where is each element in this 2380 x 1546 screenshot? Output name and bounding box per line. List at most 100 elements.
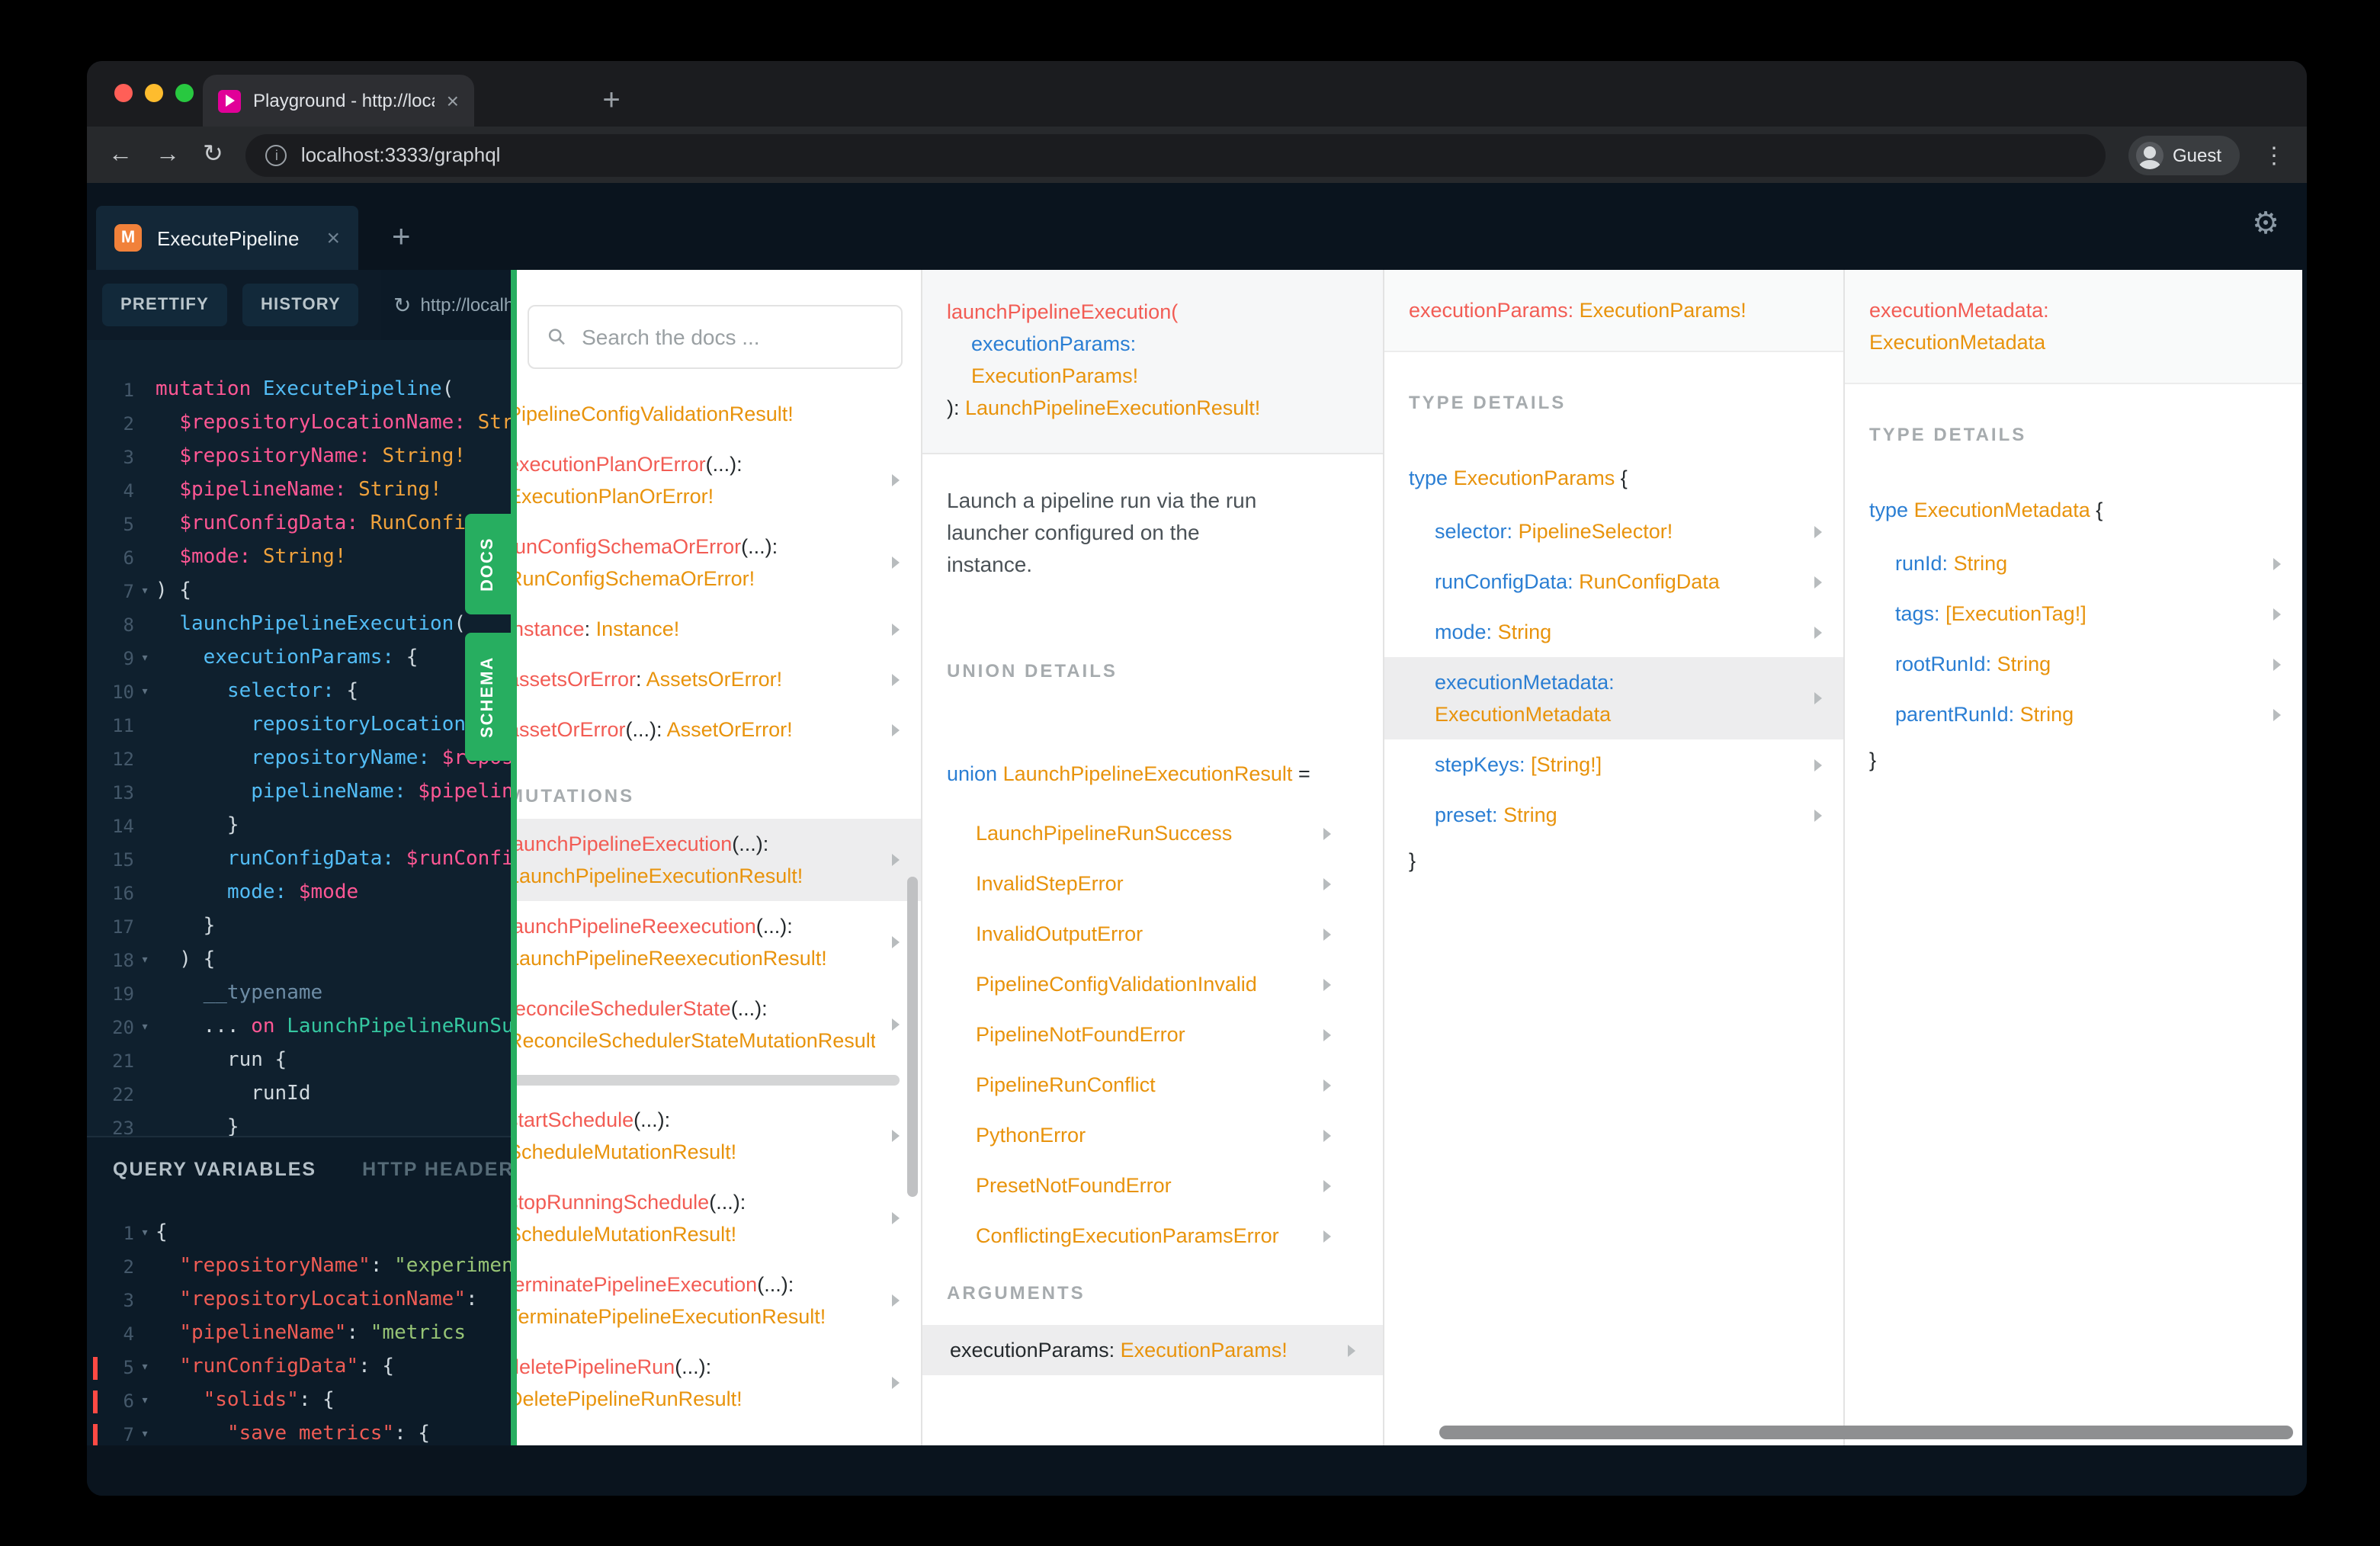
code-text[interactable]: ) {	[156, 944, 511, 977]
code-text[interactable]: }	[156, 810, 511, 843]
docs-list-item[interactable]: assetOrError(...): AssetOrError!	[511, 704, 921, 755]
tab-close-icon[interactable]: ×	[447, 88, 459, 113]
docs-list-item[interactable]: reconcileSchedulerState(...): ReconcileSc…	[511, 983, 921, 1066]
code-text[interactable]: "runConfigData": {	[156, 1351, 511, 1384]
code-text[interactable]: mode: $mode	[156, 877, 511, 910]
new-tab-button[interactable]: +	[593, 82, 630, 119]
docs-search-input[interactable]	[582, 325, 883, 349]
playground-tab-close-icon[interactable]: ×	[326, 225, 340, 251]
code-text[interactable]: $repositoryLocationName: String!	[156, 407, 511, 441]
union-member-row[interactable]: LaunchPipelineRunSuccess	[922, 808, 1383, 858]
docs-list-item[interactable]: launchPipelineReexecution(...): LaunchPip…	[511, 901, 921, 983]
union-member-row[interactable]: PresetNotFoundError	[922, 1160, 1383, 1211]
code-text[interactable]: mutation ExecutePipeline(	[156, 374, 511, 407]
docs-list-item[interactable]: deletePipelineRun(...): DeletePipelineRun…	[511, 1342, 921, 1424]
prettify-button[interactable]: PRETTIFY	[102, 284, 227, 326]
browser-tab[interactable]: Playground - http://localhost:3 ×	[203, 75, 474, 127]
code-text[interactable]: $repositoryName: String!	[156, 441, 511, 474]
fold-arrow-icon[interactable]: ▾	[134, 575, 156, 608]
union-member-row[interactable]: PipelineRunConflict	[922, 1060, 1383, 1110]
code-text[interactable]: executionParams: {	[156, 642, 511, 675]
docs-resize-handle[interactable]	[511, 270, 517, 1445]
endpoint-reload-icon[interactable]: ↻	[393, 292, 411, 318]
docs-list-item[interactable]: instance: Instance!	[511, 604, 921, 654]
code-text[interactable]: pipelineName: $pipelineName	[156, 776, 511, 810]
union-member-row[interactable]: InvalidOutputError	[922, 909, 1383, 959]
browser-menu-icon[interactable]: ⋮	[2263, 141, 2285, 168]
fold-arrow-icon[interactable]: ▾	[134, 1011, 156, 1044]
fold-arrow-icon[interactable]: ▾	[134, 1418, 156, 1445]
close-button[interactable]	[114, 84, 133, 102]
type-field-row[interactable]: executionMetadata: ExecutionMetadata	[1384, 657, 1843, 739]
code-text[interactable]: $runConfigData: RunConfigData!	[156, 508, 511, 541]
type-field-row[interactable]: selector: PipelineSelector!	[1384, 506, 1843, 556]
type-field-row[interactable]: stepKeys: [String!]	[1384, 739, 1843, 790]
http-headers-tab[interactable]: HTTP HEADERS	[362, 1159, 511, 1180]
back-icon[interactable]: ←	[108, 142, 133, 167]
schema-tab[interactable]: SCHEMA	[465, 633, 511, 761]
fold-arrow-icon[interactable]: ▾	[134, 1351, 156, 1384]
type-field-row[interactable]: tags: [ExecutionTag!]	[1845, 589, 2302, 639]
address-bar[interactable]: i localhost:3333/graphql	[245, 133, 2106, 176]
fold-arrow-icon[interactable]: ▾	[134, 1217, 156, 1250]
code-text[interactable]: "solids": {	[156, 1384, 511, 1418]
docs-list-item[interactable]: runConfigSchemaOrError(...): RunConfigSch…	[511, 521, 921, 604]
type-field-row[interactable]: mode: String	[1384, 607, 1843, 657]
history-button[interactable]: HISTORY	[242, 284, 359, 326]
type-field-row[interactable]: parentRunId: String	[1845, 689, 2302, 739]
union-member-row[interactable]: PipelineConfigValidationInvalid	[922, 959, 1383, 1009]
code-text[interactable]: runId	[156, 1078, 511, 1111]
profile-button[interactable]: Guest	[2128, 135, 2240, 175]
code-text[interactable]: "save metrics": {	[156, 1418, 511, 1445]
code-text[interactable]: run {	[156, 1044, 511, 1078]
docs-horizontal-scrollbar[interactable]	[1439, 1426, 2293, 1439]
code-text[interactable]: runConfigData: $runConfigData	[156, 843, 511, 877]
site-info-icon[interactable]: i	[265, 144, 287, 165]
code-text[interactable]: selector: {	[156, 675, 511, 709]
code-text[interactable]: $pipelineName: String!	[156, 474, 511, 508]
type-field-row[interactable]: runId: String	[1845, 538, 2302, 589]
code-text[interactable]: repositoryName: $repositoryName	[156, 743, 511, 776]
code-text[interactable]: {	[156, 1217, 511, 1250]
maximize-button[interactable]	[175, 84, 194, 102]
union-member-row[interactable]: PythonError	[922, 1110, 1383, 1160]
forward-icon[interactable]: →	[156, 142, 180, 167]
union-member-row[interactable]: PipelineNotFoundError	[922, 1009, 1383, 1060]
minimize-button[interactable]	[145, 84, 163, 102]
fold-arrow-icon[interactable]: ▾	[134, 642, 156, 675]
docs-list-item[interactable]: PipelineConfigValidationResult!	[511, 357, 921, 439]
docs-tab[interactable]: DOCS	[465, 514, 511, 614]
endpoint-input[interactable]: ↻ http://localhost:3333/graphql	[381, 270, 511, 340]
code-text[interactable]: $mode: String!	[156, 541, 511, 575]
code-text[interactable]: launchPipelineExecution(	[156, 608, 511, 642]
fold-arrow-icon[interactable]: ▾	[134, 675, 156, 709]
type-field-row[interactable]: rootRunId: String	[1845, 639, 2302, 689]
argument-row[interactable]: executionParams: ExecutionParams!	[922, 1325, 1383, 1375]
docs-list-item[interactable]: assetsOrError: AssetsOrError!	[511, 654, 921, 704]
docs-list-item[interactable]: terminatePipelineExecution(...): Terminat…	[511, 1259, 921, 1342]
type-field-row[interactable]: runConfigData: RunConfigData	[1384, 556, 1843, 607]
code-text[interactable]: "repositoryLocationName":	[156, 1284, 511, 1317]
url-text[interactable]: localhost:3333/graphql	[301, 143, 501, 166]
code-text[interactable]: "repositoryName": "experiments	[156, 1250, 511, 1284]
code-text[interactable]: repositoryLocationName: $repositoryLocat…	[156, 709, 511, 743]
docs-list-item[interactable]: executionPlanOrError(...): ExecutionPlanO…	[511, 439, 921, 521]
type-field-row[interactable]: preset: String	[1384, 790, 1843, 840]
union-member-row[interactable]: InvalidStepError	[922, 858, 1383, 909]
settings-gear-icon[interactable]: ⚙	[2252, 204, 2279, 242]
query-variables-editor[interactable]: 1▾{2 "repositoryName": "experiments3 "re…	[87, 1201, 511, 1445]
query-variables-tab[interactable]: QUERY VARIABLES	[113, 1159, 316, 1180]
code-text[interactable]: __typename	[156, 977, 511, 1011]
docs-list-item[interactable]: launchPipelineExecution(...): LaunchPipel…	[511, 819, 921, 901]
fold-arrow-icon[interactable]: ▾	[134, 944, 156, 977]
add-playground-tab-button[interactable]: +	[392, 220, 411, 256]
code-text[interactable]: "pipelineName": "metrics	[156, 1317, 511, 1351]
code-text[interactable]: ) {	[156, 575, 511, 608]
fold-arrow-icon[interactable]: ▾	[134, 1384, 156, 1418]
union-member-row[interactable]: ConflictingExecutionParamsError	[922, 1211, 1383, 1261]
docs-vertical-scrollbar[interactable]	[907, 877, 918, 1197]
playground-tab[interactable]: M ExecutePipeline ×	[96, 206, 358, 270]
docs-list-item[interactable]: startSchedule(...): ScheduleMutationResul…	[511, 1095, 921, 1177]
docs-horizontal-scrollbar[interactable]	[511, 1075, 900, 1086]
code-text[interactable]: ... on LaunchPipelineRunSuccess {	[156, 1011, 511, 1044]
